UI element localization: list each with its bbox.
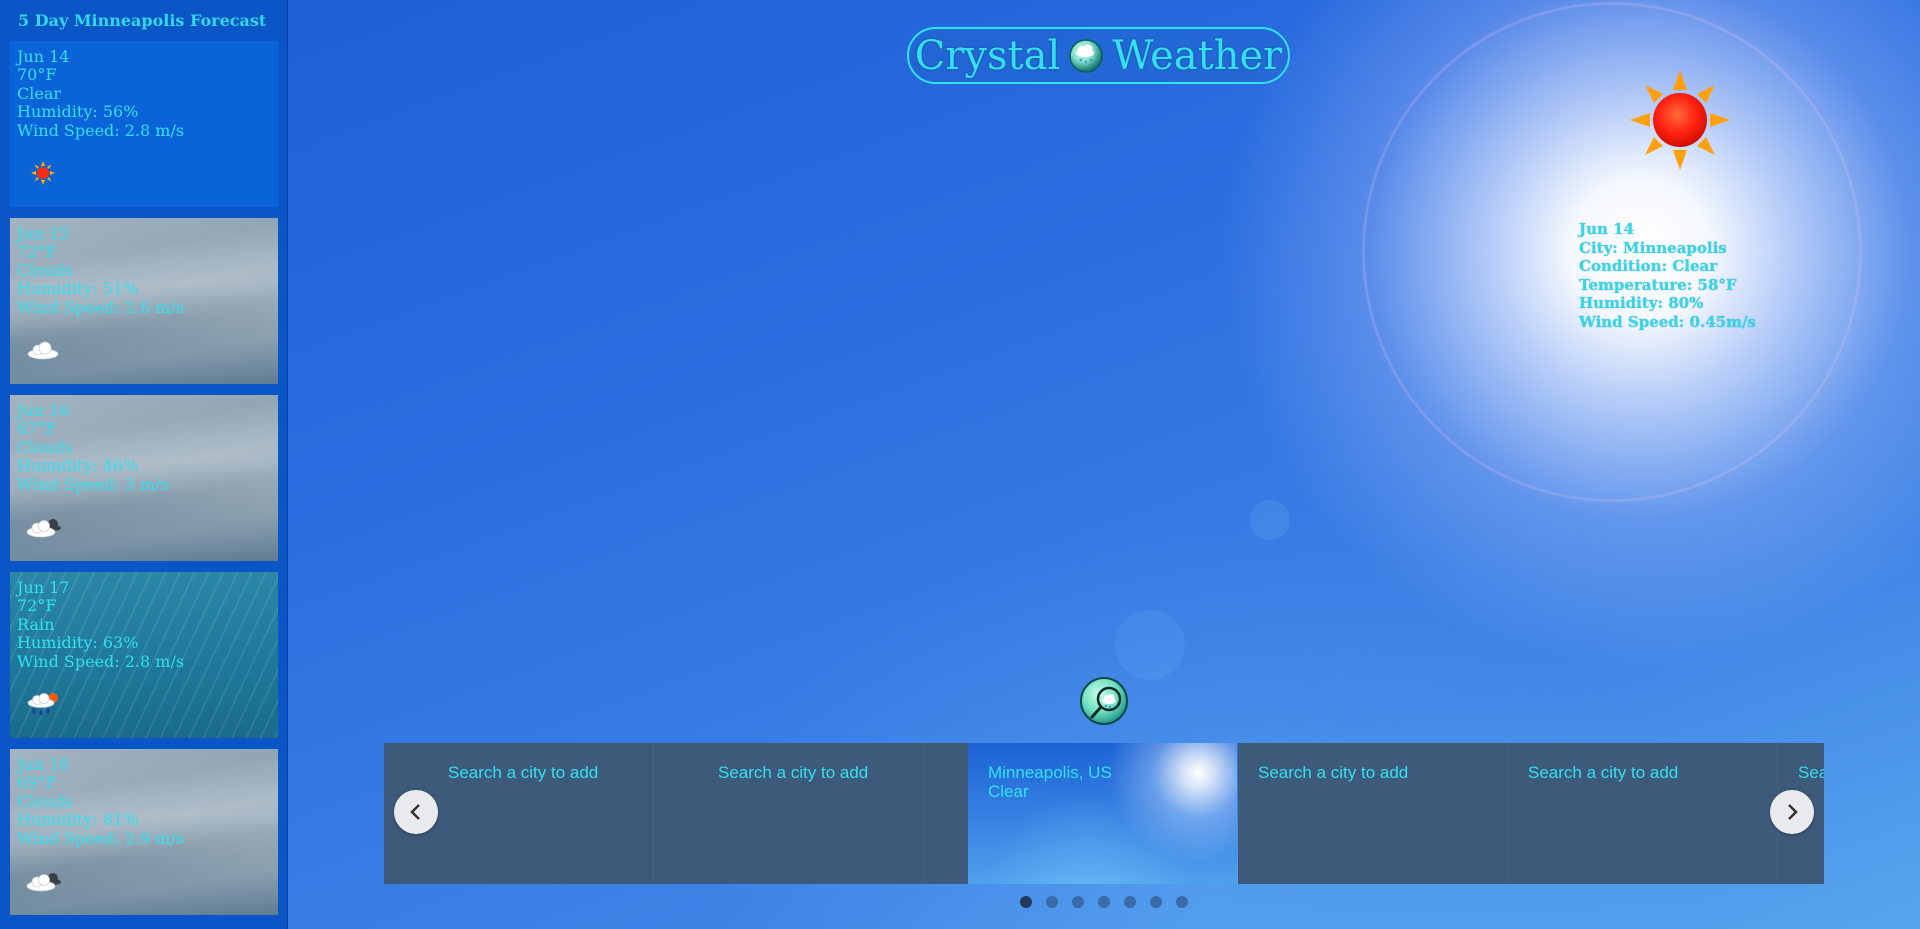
day-humidity: Humidity: 51%: [17, 279, 139, 299]
day-date: Jun 14: [17, 47, 70, 66]
carousel-dot[interactable]: [1046, 896, 1058, 908]
carousel-dot[interactable]: [1150, 896, 1162, 908]
day-temp: 70°F: [17, 65, 57, 85]
carousel-pagination: [1020, 896, 1188, 908]
logo-text-weather: Weather: [1112, 32, 1283, 79]
forecast-day-card[interactable]: Jun 18 69°F Clouds Humidity: 81% Wind Sp…: [10, 749, 278, 915]
app-logo: Crystal Weather: [907, 27, 1290, 84]
day-wind: Wind Speed: 2.8 m/s: [17, 651, 185, 671]
day-date: Jun 16: [17, 401, 70, 420]
current-city: City: Minneapolis: [1579, 238, 1727, 257]
carousel-dot[interactable]: [1020, 896, 1032, 908]
current-date: Jun 14: [1579, 220, 1635, 238]
day-humidity: Humidity: 56%: [17, 102, 139, 122]
forecast-day-card[interactable]: Jun 16 67°F Clouds Humidity: 46% Wind Sp…: [10, 395, 278, 561]
day-condition: Rain: [17, 614, 55, 634]
crystal-ball-icon: [1069, 38, 1104, 73]
slide-title: Search a city to add: [448, 763, 599, 782]
broken-clouds-icon: [26, 873, 61, 892]
rain-icon: [27, 693, 58, 716]
slide-title: Search a city to add: [1528, 763, 1679, 782]
current-humidity: Humidity: 80%: [1579, 294, 1704, 312]
carousel-slide[interactable]: Search a city to add: [1508, 743, 1778, 884]
slide-title: Search a city to add: [1798, 763, 1824, 782]
day-temp: 69°F: [17, 773, 57, 793]
day-date: Jun 15: [17, 224, 70, 243]
lens-flare: [1250, 500, 1290, 540]
day-humidity: Humidity: 81%: [17, 810, 139, 830]
chevron-right-icon: [1788, 804, 1798, 820]
carousel-dot[interactable]: [1072, 896, 1084, 908]
carousel-dot[interactable]: [1176, 896, 1188, 908]
current-wind: Wind Speed: 0.45m/s: [1579, 312, 1756, 331]
carousel-prev-button[interactable]: [394, 790, 438, 834]
day-temp: 72°F: [17, 596, 57, 616]
broken-clouds-icon: [26, 519, 61, 538]
cloud-icon: [27, 341, 59, 360]
carousel-dot[interactable]: [1098, 896, 1110, 908]
day-condition: Clouds: [17, 260, 73, 280]
current-temperature: Temperature: 58°F: [1579, 275, 1737, 294]
forecast-day-card[interactable]: Jun 15 72°F Clouds Humidity: 51% Wind Sp…: [10, 218, 278, 384]
forecast-title: 5 Day Minneapolis Forecast: [18, 11, 267, 30]
forecast-day-card[interactable]: Jun 17 72°F Rain Humidity: 63% Wind Spee…: [10, 572, 278, 738]
day-temp: 72°F: [17, 242, 57, 262]
chevron-left-icon: [410, 804, 420, 820]
search-city-button[interactable]: [1080, 677, 1128, 725]
day-date: Jun 17: [17, 578, 70, 597]
sun-icon: [31, 161, 55, 185]
slide-title: Search a city to add: [1258, 763, 1409, 782]
current-condition: Condition: Clear: [1579, 257, 1718, 275]
day-date: Jun 18: [17, 755, 70, 774]
current-weather-panel: Jun 14 City: Minneapolis Condition: Clea…: [1579, 220, 1756, 331]
slide-title: Minneapolis, US: [988, 763, 1112, 782]
day-wind: Wind Speed: 2.9 m/s: [17, 828, 185, 848]
carousel-next-button[interactable]: [1770, 790, 1814, 834]
slide-condition: Clear: [988, 782, 1029, 801]
day-temp: 67°F: [17, 419, 57, 439]
carousel-slide[interactable]: Search a city to add: [1238, 743, 1508, 884]
city-carousel[interactable]: Search a city to add Search a city to ad…: [384, 743, 1824, 884]
day-condition: Clear: [17, 83, 62, 103]
carousel-track: Search a city to add Search a city to ad…: [384, 743, 1824, 884]
sun-icon: [1630, 70, 1730, 170]
carousel-slide-active[interactable]: Minneapolis, US Clear: [968, 743, 1238, 884]
day-humidity: Humidity: 46%: [17, 456, 139, 476]
carousel-slide[interactable]: Search a city to add: [654, 743, 924, 884]
day-wind: Wind Speed: 3 m/s: [17, 474, 169, 494]
logo-text-crystal: Crystal: [914, 32, 1061, 79]
slide-title: Search a city to add: [718, 763, 869, 782]
magnifier-icon: [1090, 686, 1122, 719]
forecast-day-card[interactable]: Jun 14 70°F Clear Humidity: 56% Wind Spe…: [10, 41, 278, 207]
day-wind: Wind Speed: 2.8 m/s: [17, 120, 185, 140]
lens-flare: [1115, 610, 1185, 680]
forecast-sidebar: 5 Day Minneapolis Forecast Jun 14 70°F C…: [0, 0, 288, 929]
day-humidity: Humidity: 63%: [17, 633, 139, 653]
day-wind: Wind Speed: 2.6 m/s: [17, 297, 185, 317]
day-condition: Clouds: [17, 791, 73, 811]
carousel-dot[interactable]: [1124, 896, 1136, 908]
day-condition: Clouds: [17, 437, 73, 457]
